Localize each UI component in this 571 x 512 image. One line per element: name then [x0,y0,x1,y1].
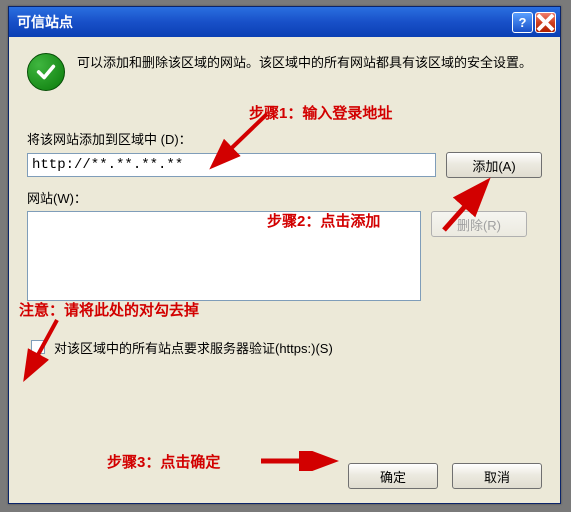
require-https-checkbox[interactable] [31,340,45,354]
dialog-content: 可以添加和删除该区域的网站。该区域中的所有网站都具有该区域的安全设置。 步骤1：… [9,37,560,503]
titlebar: 可信站点 ? [9,7,560,37]
sites-listbox[interactable] [27,211,421,301]
ok-button[interactable]: 确定 [348,463,438,489]
url-input[interactable] [27,153,436,177]
annotation-step3: 步骤3：点击确定 [107,451,220,472]
require-https-label: 对该区域中的所有站点要求服务器验证(https:)(S) [54,338,333,357]
close-button[interactable] [535,12,556,33]
window-title: 可信站点 [17,12,510,32]
description-text: 可以添加和删除该区域的网站。该区域中的所有网站都具有该区域的安全设置。 [77,53,542,73]
arrow-step3-icon [259,451,339,471]
cancel-button[interactable]: 取消 [452,463,542,489]
add-url-label: 将该网站添加到区域中 (D)： [27,129,542,148]
annotation-step1: 步骤1：输入登录地址 [249,102,392,123]
sites-label: 网站(W)： [27,188,542,207]
annotation-note: 注意：请将此处的对勾去掉 [19,299,199,320]
remove-button: 删除(R) [431,211,527,237]
add-button[interactable]: 添加(A) [446,152,542,178]
trusted-sites-icon [27,53,65,91]
help-button[interactable]: ? [512,12,533,33]
